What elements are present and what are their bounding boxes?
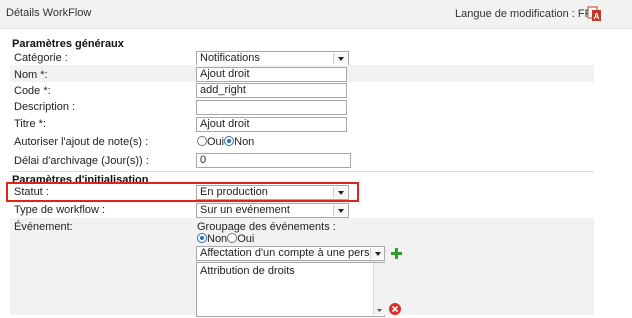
language-translate-icon[interactable]: A [587, 5, 602, 22]
event-list-scrollbar[interactable] [373, 263, 385, 315]
groupage-oui-label[interactable]: Oui [237, 233, 254, 245]
nom-input[interactable]: Ajout droit [196, 67, 347, 82]
categorie-label: Catégorie : [14, 52, 68, 64]
notes-oui-label[interactable]: Oui [207, 136, 224, 148]
chevron-down-icon[interactable] [333, 187, 347, 198]
chevron-down-icon[interactable] [333, 53, 347, 64]
remove-event-icon[interactable] [389, 303, 401, 315]
groupage-label: Groupage des événements : [197, 221, 336, 233]
description-label: Description : [14, 101, 76, 113]
section-divider [10, 171, 594, 172]
event-list-item[interactable]: Attribution de droits [200, 265, 381, 277]
description-input[interactable] [196, 100, 347, 115]
event-list[interactable]: Attribution de droits [196, 262, 385, 317]
notes-oui-radio[interactable] [197, 136, 207, 146]
delai-label: Délai d'archivage (Jour(s)) : [14, 155, 149, 167]
titre-input[interactable]: Ajout droit [196, 117, 347, 132]
language-label: Langue de modification : FR [455, 8, 593, 20]
evenement-label: Événement: [14, 221, 73, 233]
notes-non-label[interactable]: Non [234, 136, 254, 148]
event-select[interactable]: Affectation d'un compte à une personne [196, 246, 385, 261]
groupage-oui-radio[interactable] [227, 233, 238, 243]
general-section-title: Paramètres généraux [12, 38, 124, 50]
svg-text:A: A [594, 12, 600, 21]
type-select-value: Sur un evénement [200, 204, 290, 216]
chevron-down-icon[interactable] [333, 205, 347, 216]
notes-non-radio[interactable] [224, 136, 235, 146]
groupage-non-label[interactable]: Non [207, 233, 227, 245]
categorie-select-value: Notifications [200, 52, 260, 64]
type-select[interactable]: Sur un evénement [196, 203, 349, 218]
statut-select[interactable]: En production [196, 185, 349, 200]
groupage-radio-group: Non Oui [197, 233, 254, 245]
statut-select-value: En production [200, 186, 268, 198]
delai-input[interactable]: 0 [196, 153, 351, 168]
add-event-icon[interactable] [391, 248, 402, 259]
titre-label: Titre *: [14, 118, 46, 130]
categorie-select[interactable]: Notifications [196, 51, 349, 66]
notes-radio-group: Oui Non [197, 136, 254, 148]
statut-label: Statut : [14, 186, 49, 198]
notes-label: Autoriser l'ajout de note(s) : [14, 136, 149, 148]
nom-label: Nom *: [14, 69, 48, 81]
page-title: Détails WorkFlow [6, 7, 92, 19]
code-label: Code *: [14, 85, 51, 97]
code-input[interactable]: add_right [196, 83, 347, 98]
event-select-value: Affectation d'un compte à une personne [200, 247, 385, 259]
type-label: Type de workflow : [14, 204, 106, 216]
groupage-non-radio[interactable] [197, 233, 207, 243]
chevron-down-icon[interactable] [370, 248, 384, 259]
